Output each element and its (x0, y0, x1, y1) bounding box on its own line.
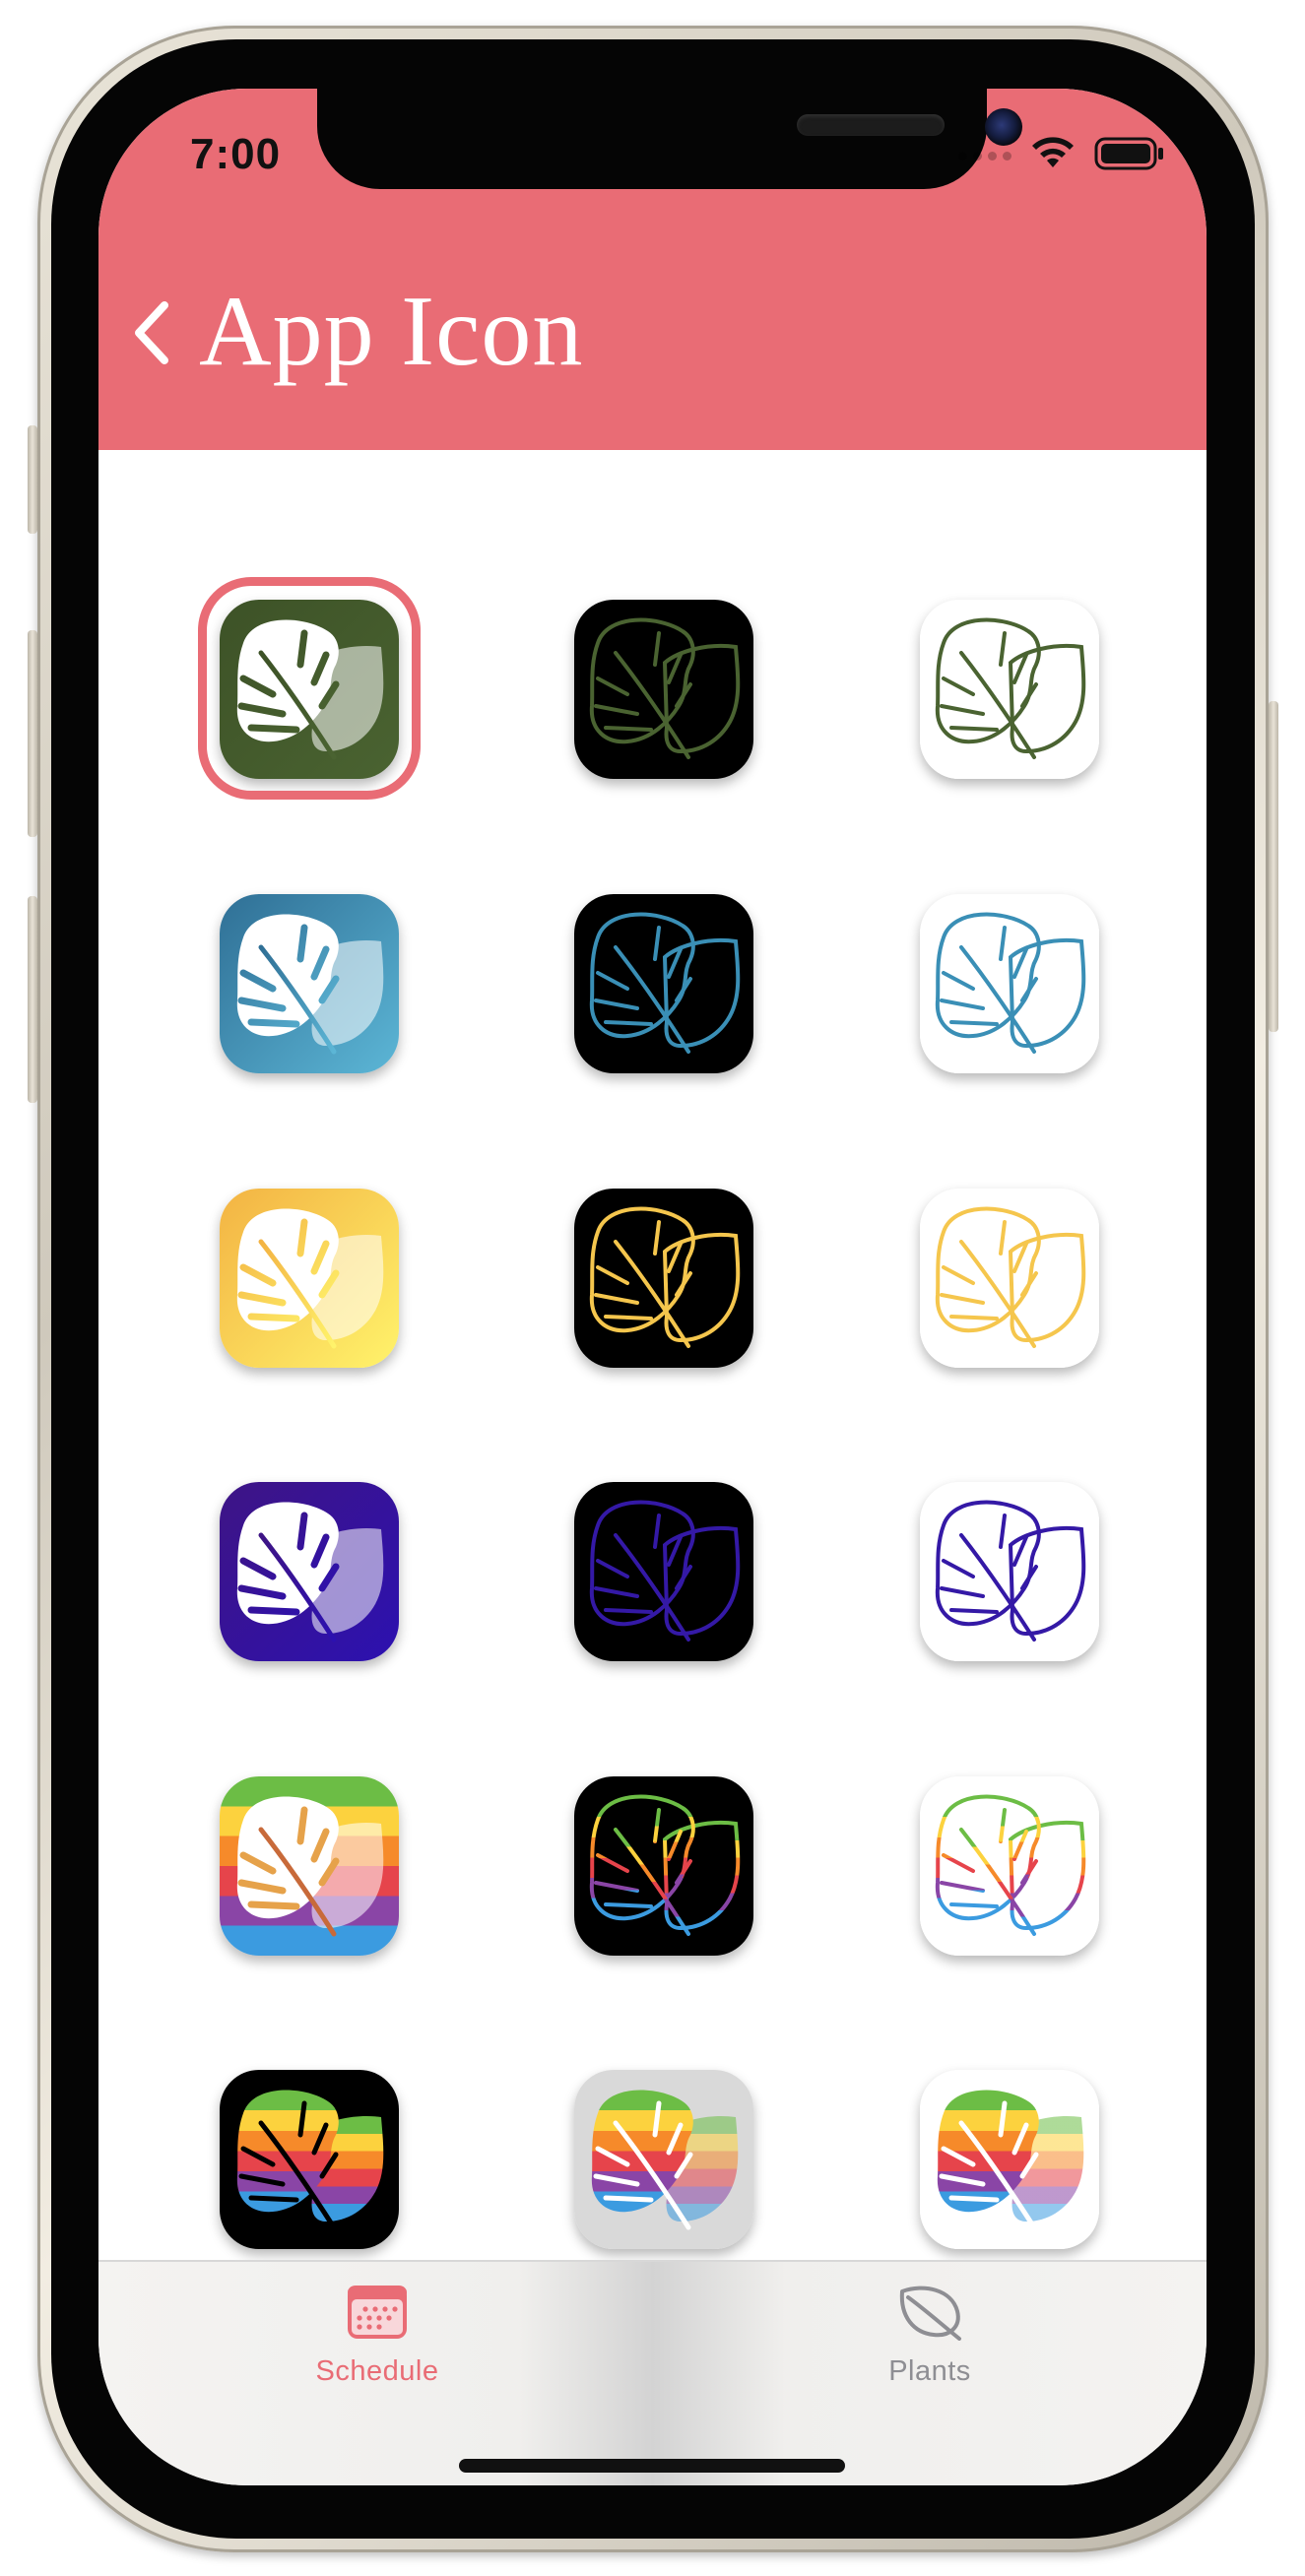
leaf-icon (220, 1189, 399, 1368)
app-icon-rainbow[interactable] (220, 1776, 399, 1956)
app-icon-purple-light[interactable] (920, 1482, 1099, 1661)
screen: 7:00 App Icon Schedule Plants (98, 89, 1207, 2485)
tab-bar: Schedule Plants (98, 2260, 1207, 2485)
leaf-icon (920, 2070, 1099, 2249)
leaf-icon (574, 2070, 753, 2249)
leaf-icon (920, 1776, 1099, 1956)
leaf-icon (574, 894, 753, 1073)
app-icon-yellow[interactable] (220, 1189, 399, 1368)
app-icon-rainbow-fill-light[interactable] (920, 2070, 1099, 2249)
tab-plants[interactable]: Plants (821, 2282, 1038, 2400)
app-icon-purple[interactable] (220, 1482, 399, 1661)
leaf-icon (574, 1482, 753, 1661)
app-icon-rainbow-fill-gray[interactable] (574, 2070, 753, 2249)
cellular-signal-icon (958, 151, 1011, 161)
status-indicators (958, 136, 1165, 175)
app-icon-rainbow-light[interactable] (920, 1776, 1099, 1956)
app-icon-purple-dark[interactable] (574, 1482, 753, 1661)
mute-switch (28, 425, 37, 534)
tab-schedule[interactable]: Schedule (269, 2282, 486, 2400)
leaf-icon (574, 1189, 753, 1368)
leaf-icon (220, 1776, 399, 1956)
app-icon-grid (98, 450, 1207, 2249)
navigation-header: 7:00 App Icon (98, 89, 1207, 450)
leaf-icon (574, 1776, 753, 1956)
leaf-icon (220, 2070, 399, 2249)
volume-up-button (28, 630, 37, 837)
leaf-icon (920, 600, 1099, 779)
app-icon-yellow-light[interactable] (920, 1189, 1099, 1368)
leaf-icon (220, 600, 399, 779)
notch (317, 89, 1022, 189)
calendar-icon (346, 2282, 409, 2346)
leaf-icon (220, 894, 399, 1073)
page-title: App Icon (199, 276, 584, 387)
leaf-icon (894, 2282, 965, 2346)
leaf-icon (574, 600, 753, 779)
leaf-icon (920, 894, 1099, 1073)
speaker-grille (797, 114, 945, 136)
app-icon-blue[interactable] (220, 894, 399, 1073)
app-icon-blue-light[interactable] (920, 894, 1099, 1073)
tab-plants-label: Plants (888, 2355, 971, 2387)
app-icon-rainbow-fill-dark[interactable] (220, 2070, 399, 2249)
app-icon-yellow-dark[interactable] (574, 1189, 753, 1368)
power-button (1269, 701, 1278, 1032)
app-icon-blue-dark[interactable] (574, 894, 753, 1073)
app-icon-green-dark[interactable] (574, 600, 753, 779)
leaf-icon (920, 1189, 1099, 1368)
chevron-left-icon (129, 299, 172, 371)
app-icon-green-light[interactable] (920, 600, 1099, 779)
status-time: 7:00 (190, 130, 282, 178)
leaf-icon (920, 1482, 1099, 1661)
app-icon-rainbow-dark[interactable] (574, 1776, 753, 1956)
back-button[interactable] (116, 290, 185, 379)
home-indicator (459, 2459, 845, 2473)
wifi-icon (1029, 136, 1077, 176)
app-icon-green[interactable] (220, 600, 399, 779)
leaf-icon (220, 1482, 399, 1661)
volume-down-button (28, 896, 37, 1103)
tab-schedule-label: Schedule (315, 2355, 439, 2387)
battery-icon (1094, 136, 1165, 176)
